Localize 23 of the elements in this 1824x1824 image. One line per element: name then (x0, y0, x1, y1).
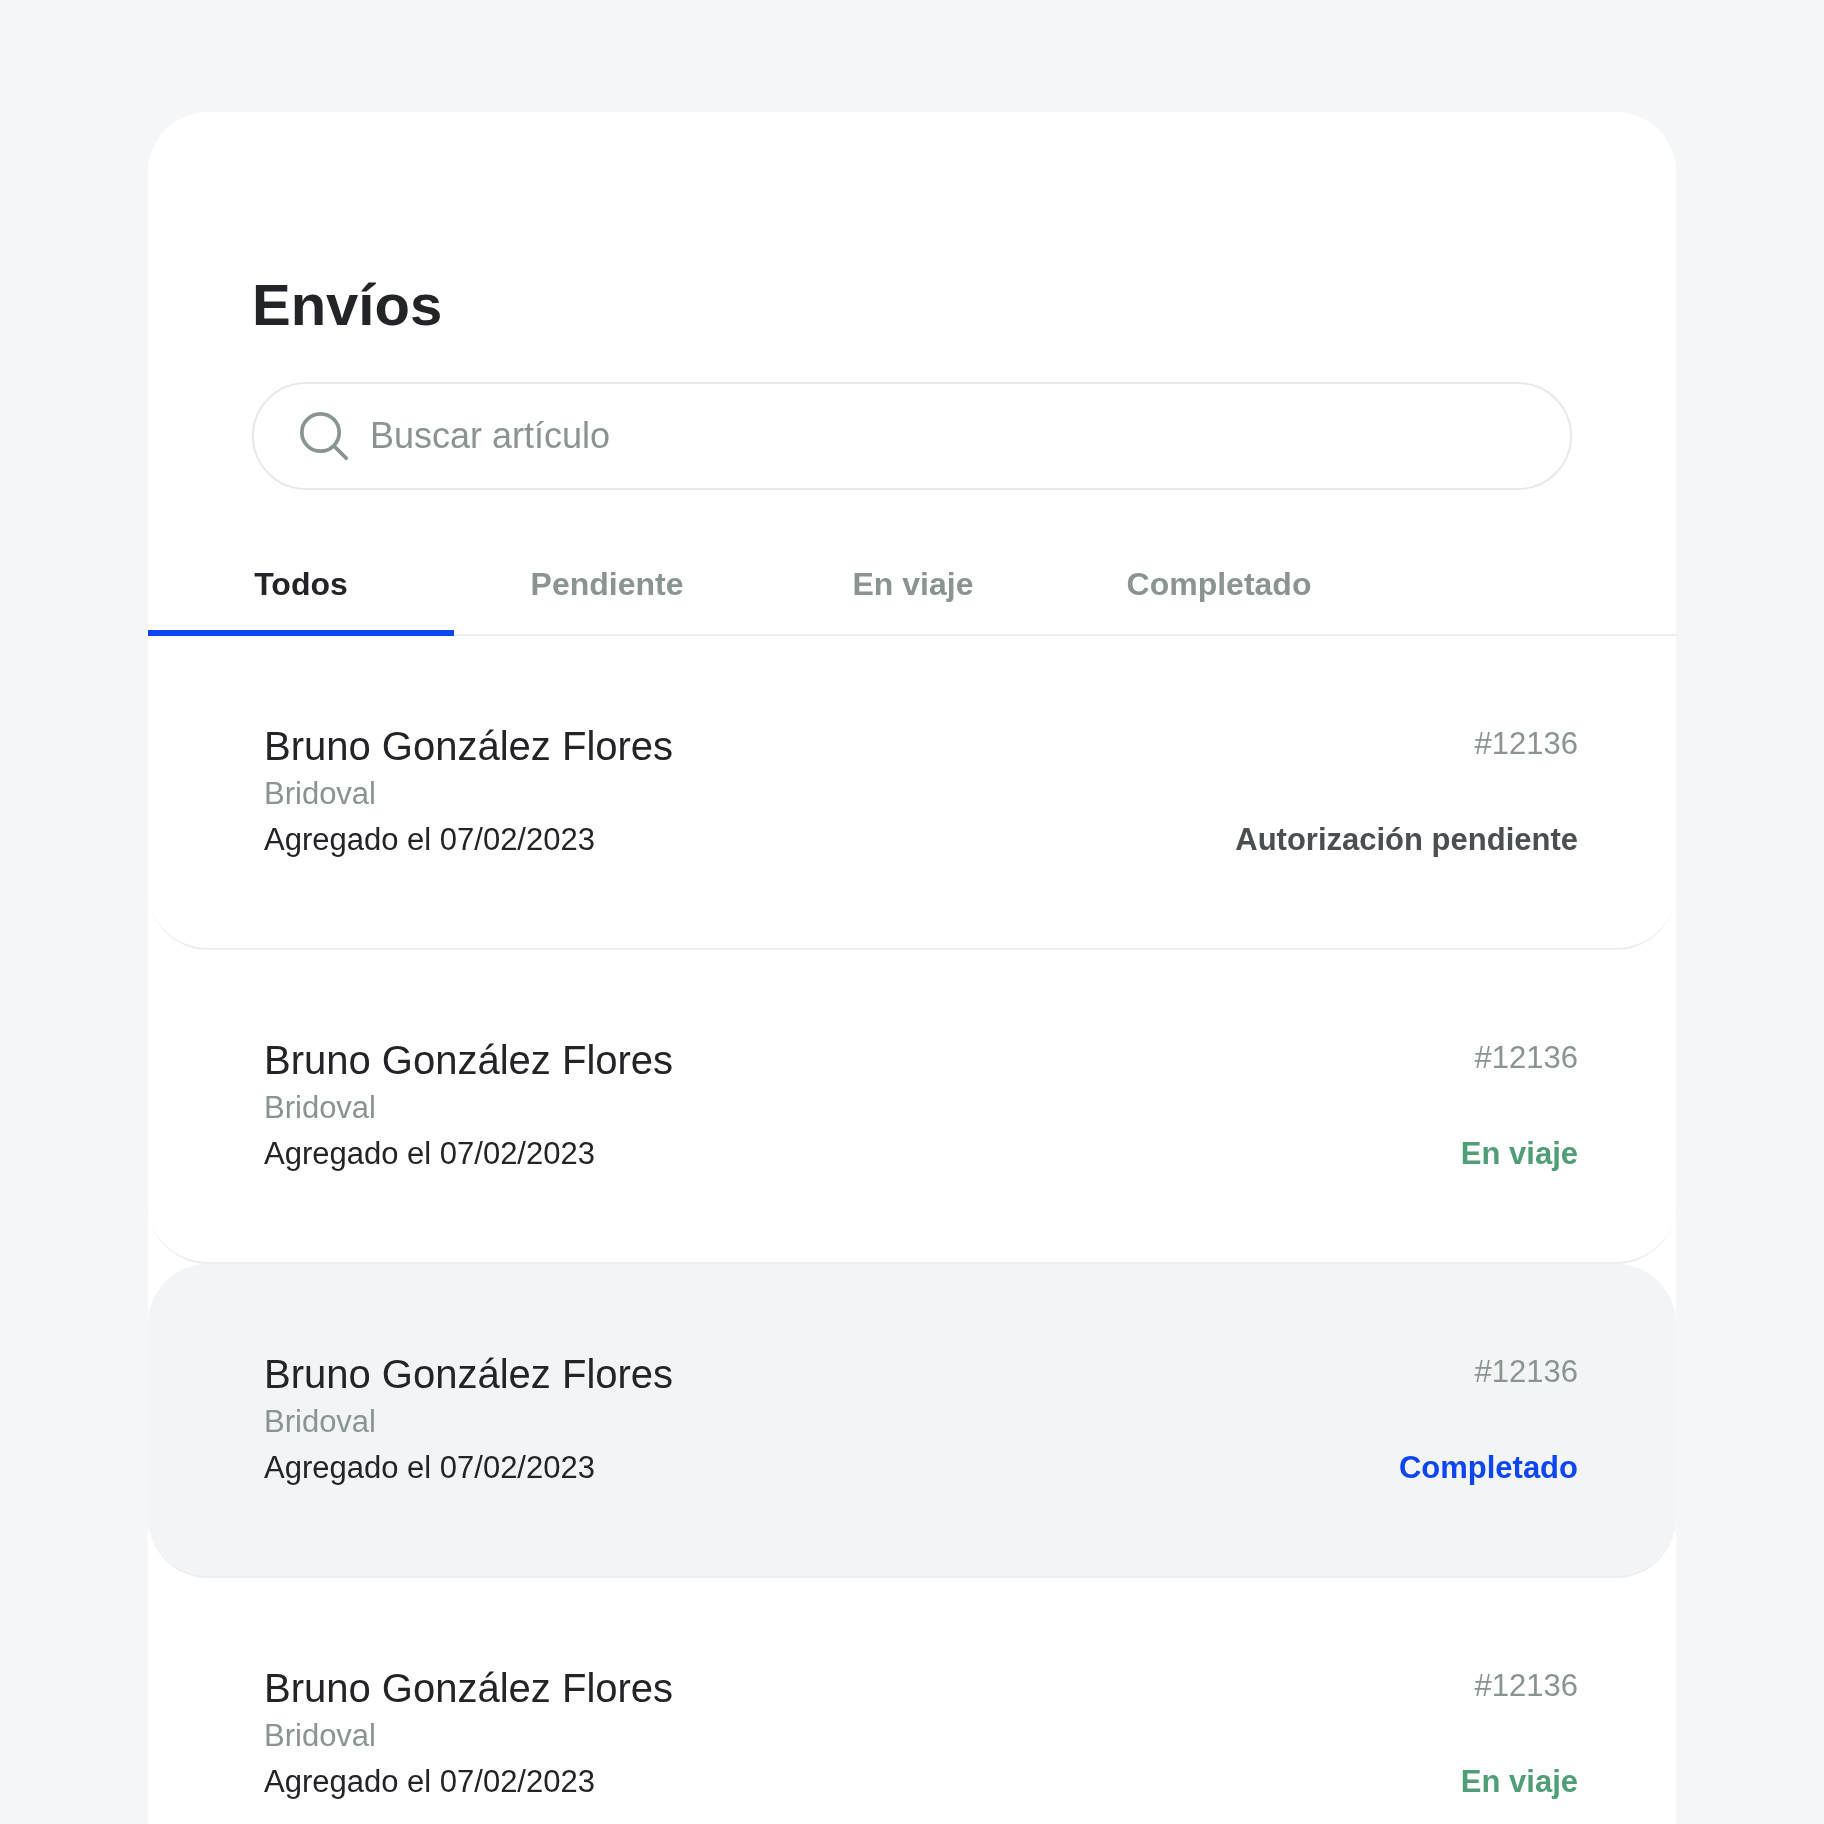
status-label: Autorización pendiente (1235, 821, 1578, 859)
order-number: #12136 (1474, 1666, 1578, 1705)
order-number: #12136 (1474, 724, 1578, 763)
shipment-row[interactable]: Bruno González Flores Bridoval Agregado el 07/02/2023 #12136 Completado (148, 1264, 1676, 1578)
status-label: En viaje (1460, 1763, 1578, 1801)
customer-name: Bruno González Flores (264, 1665, 674, 1712)
company-name: Bridoval (264, 1403, 377, 1441)
customer-name: Bruno González Flores (264, 1037, 674, 1084)
order-number: #12136 (1474, 1352, 1578, 1391)
company-name: Bridoval (264, 1089, 377, 1127)
date-added: Agregado el 07/02/2023 (264, 1135, 596, 1173)
company-name: Bridoval (264, 775, 377, 813)
customer-name: Bruno González Flores (264, 1351, 674, 1398)
date-added: Agregado el 07/02/2023 (264, 1763, 596, 1801)
page-title: Envíos (252, 276, 443, 334)
date-added: Agregado el 07/02/2023 (264, 1449, 596, 1487)
search-field[interactable]: Buscar artículo (252, 382, 1572, 490)
company-name: Bridoval (264, 1717, 377, 1755)
date-added: Agregado el 07/02/2023 (264, 821, 596, 859)
customer-name: Bruno González Flores (264, 723, 674, 770)
status-label: En viaje (1460, 1135, 1578, 1173)
order-number: #12136 (1474, 1038, 1578, 1077)
status-label: Completado (1398, 1449, 1578, 1487)
